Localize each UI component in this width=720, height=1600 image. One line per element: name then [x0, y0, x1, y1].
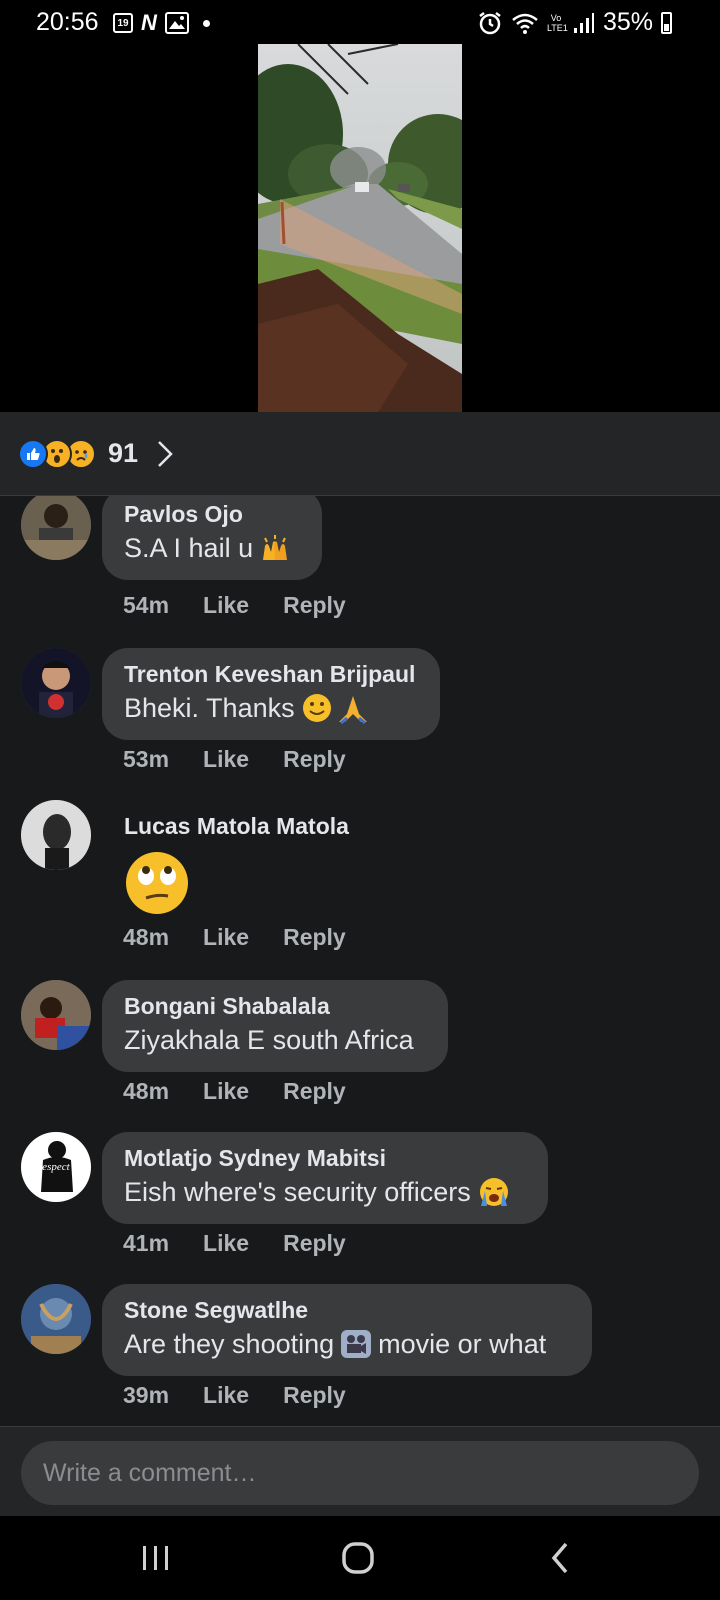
comment-text-content: Eish where's security officers [124, 1177, 471, 1207]
system-nav-bar [0, 1516, 720, 1600]
n-app-icon: N [141, 10, 157, 35]
comment-actions: 48m Like Reply [123, 924, 346, 951]
battery-icon [661, 11, 672, 34]
chevron-right-icon[interactable] [156, 439, 174, 469]
raised-hands-icon [263, 535, 288, 560]
comment-text: Are they shooting movie or what [124, 1326, 570, 1362]
comment-bubble[interactable]: Motlatjo Sydney Mabitsi Eish where's sec… [102, 1132, 548, 1224]
smile-pray-icon [302, 694, 367, 724]
recent-apps-button[interactable] [134, 1538, 178, 1578]
comment-text: Ziyakhala E south Africa [124, 1022, 426, 1058]
comment-author[interactable]: Pavlos Ojo [124, 498, 300, 530]
comment-time: 53m [123, 746, 170, 772]
avatar[interactable] [21, 980, 91, 1050]
comment-author[interactable]: Lucas Matola Matola [124, 810, 349, 842]
comment-actions: 54m Like Reply [123, 592, 346, 619]
wifi-icon [512, 13, 538, 34]
avatar[interactable] [21, 1284, 91, 1354]
alarm-icon [479, 11, 501, 34]
reaction-count: 91 [108, 438, 139, 468]
comment-time: 48m [123, 1078, 170, 1104]
battery-percent: 35% [602, 8, 653, 36]
comment-text-content: S.A I hail u [124, 533, 254, 563]
comment-text-content: Are they shooting [124, 1329, 335, 1359]
gallery-icon [164, 12, 189, 34]
home-icon [342, 1542, 374, 1574]
comment-text: Eish where's security officers [124, 1174, 526, 1210]
comment-composer [0, 1426, 720, 1516]
status-notification-icons: 19 N [113, 10, 210, 36]
signal-icon [573, 12, 594, 33]
like-icon [18, 438, 48, 469]
like-button[interactable]: Like [203, 924, 249, 951]
reaction-summary[interactable]: 91 [18, 438, 174, 469]
comment-bubble[interactable]: Stone Segwatlhe Are they shooting movie … [102, 1284, 592, 1376]
crying-face-icon [479, 1178, 508, 1206]
reply-button[interactable]: Reply [283, 746, 346, 773]
comment-actions: 39m Like Reply [123, 1382, 346, 1409]
comment-time: 41m [123, 1230, 170, 1256]
comment-actions: 48m Like Reply [123, 1078, 346, 1105]
comment-author[interactable]: Bongani Shabalala [124, 990, 426, 1022]
calendar-icon: 19 [113, 13, 133, 33]
back-icon [551, 1542, 568, 1574]
status-time: 20:56 [36, 8, 99, 36]
comment-actions: 41m Like Reply [123, 1230, 346, 1257]
comment-author[interactable]: Stone Segwatlhe [124, 1294, 570, 1326]
home-button[interactable] [336, 1538, 380, 1578]
like-button[interactable]: Like [203, 1078, 249, 1105]
video-player[interactable] [0, 44, 720, 412]
comment-text: Bheki. Thanks [124, 690, 418, 726]
reply-button[interactable]: Reply [283, 1382, 346, 1409]
lte-label: Vo LTE1 [546, 12, 568, 33]
back-button[interactable] [538, 1538, 582, 1578]
reaction-bar[interactable]: 91 [0, 412, 720, 496]
like-button[interactable]: Like [203, 592, 249, 619]
comment-actions: 53m Like Reply [123, 746, 346, 773]
comments-list[interactable]: Pavlos Ojo S.A I hail u 54m Like Reply T… [0, 496, 720, 1426]
like-button[interactable]: Like [203, 1382, 249, 1409]
eye-roll-icon [126, 852, 188, 914]
comment-text-content: Bheki. Thanks [124, 693, 295, 723]
status-system-icons: Vo LTE1 35% [477, 8, 672, 37]
comment-time: 39m [123, 1382, 170, 1408]
comment-bubble[interactable]: Lucas Matola Matola [102, 800, 371, 935]
comment-author[interactable]: Motlatjo Sydney Mabitsi [124, 1142, 526, 1174]
comment-text-content: Ziyakhala E south Africa [124, 1025, 414, 1055]
avatar[interactable] [21, 648, 91, 718]
reply-button[interactable]: Reply [283, 1078, 346, 1105]
comment-author[interactable]: Trenton Keveshan Brijpaul [124, 658, 418, 690]
reply-button[interactable]: Reply [283, 1230, 346, 1257]
avatar[interactable]: respect [21, 1132, 91, 1202]
comment-time: 48m [123, 924, 170, 950]
comment-bubble[interactable]: Trenton Keveshan Brijpaul Bheki. Thanks [102, 648, 440, 740]
like-button[interactable]: Like [203, 746, 249, 773]
video-thumbnail[interactable] [258, 44, 462, 412]
avatar[interactable] [21, 496, 91, 560]
reply-button[interactable]: Reply [283, 924, 346, 951]
comment-input[interactable] [21, 1441, 699, 1505]
recent-apps-icon [143, 1546, 168, 1570]
reply-button[interactable]: Reply [283, 592, 346, 619]
comment-time: 54m [123, 592, 170, 618]
comment-bubble[interactable]: Pavlos Ojo S.A I hail u [102, 496, 322, 580]
comment-text: S.A I hail u [124, 530, 300, 566]
comment-bubble[interactable]: Bongani Shabalala Ziyakhala E south Afri… [102, 980, 448, 1072]
movie-camera-icon [341, 1330, 372, 1358]
svg-text:respect: respect [38, 1161, 70, 1173]
avatar[interactable] [21, 800, 91, 870]
like-button[interactable]: Like [203, 1230, 249, 1257]
comment-text-content: movie or what [378, 1329, 547, 1359]
more-notifications-dot [202, 19, 210, 27]
status-bar: 20:56 19 N Vo LTE1 35% [0, 0, 720, 44]
